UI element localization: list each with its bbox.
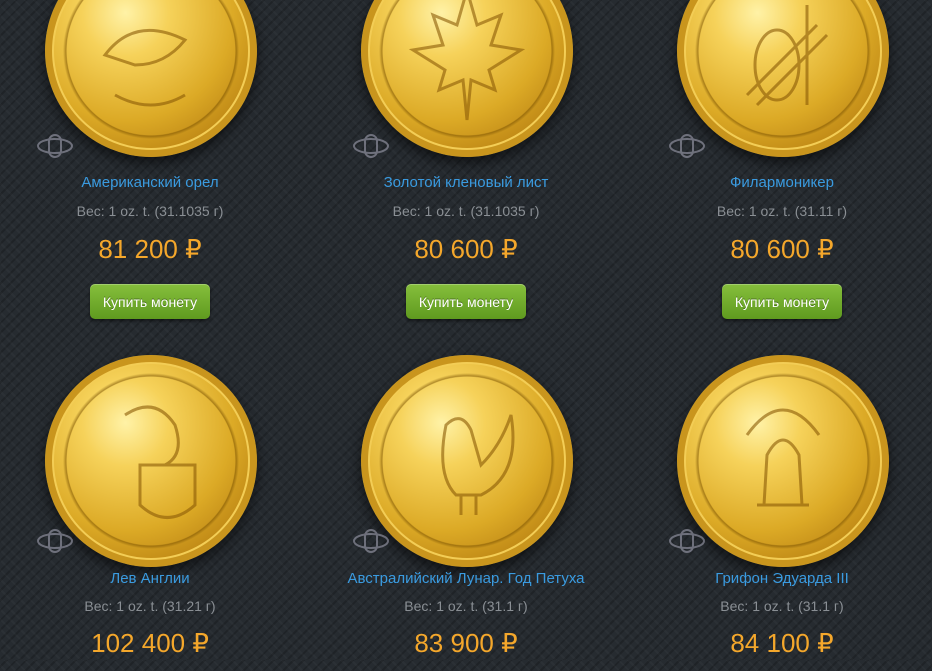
- product-name-link[interactable]: Грифон Эдуарда III: [632, 570, 932, 587]
- maple-leaf-coin-image[interactable]: [361, 0, 573, 157]
- rotate-360-icon[interactable]: [351, 132, 391, 160]
- product-name-link[interactable]: Лев Англии: [0, 570, 300, 587]
- product-name-link[interactable]: Золотой кленовый лист: [316, 174, 616, 191]
- product-weight: Вес: 1 oz. t. (31.11 г): [716, 203, 848, 219]
- product-weight: Вес: 1 oz. t. (31.1035 г): [76, 203, 224, 219]
- product-weight: Вес: 1 oz. t. (31.21 г): [84, 598, 216, 614]
- product-card: Филармоникер Вес: 1 oz. t. (31.11 г) 80 …: [632, 0, 932, 319]
- product-price: 102 400 ₽: [91, 628, 209, 658]
- product-weight: Вес: 1 oz. t. (31.1 г): [720, 598, 844, 614]
- product-weight: Вес: 1 oz. t. (31.1 г): [404, 598, 528, 614]
- rotate-360-icon[interactable]: [667, 527, 707, 555]
- product-price: 84 100 ₽: [730, 628, 834, 658]
- buy-coin-button[interactable]: Купить монету: [722, 284, 842, 319]
- rotate-360-icon[interactable]: [667, 132, 707, 160]
- rotate-360-icon[interactable]: [35, 132, 75, 160]
- product-card: Американский орел Вес: 1 oz. t. (31.1035…: [0, 0, 300, 319]
- product-name-link[interactable]: Австралийский Лунар. Год Петуха: [316, 570, 616, 587]
- rotate-360-icon[interactable]: [35, 527, 75, 555]
- product-price: 80 600 ₽: [730, 234, 834, 264]
- product-card: Грифон Эдуарда III Вес: 1 oz. t. (31.1 г…: [632, 341, 932, 671]
- product-card: Лев Англии Вес: 1 oz. t. (31.21 г) 102 4…: [0, 341, 300, 671]
- product-card: Золотой кленовый лист Вес: 1 oz. t. (31.…: [316, 0, 616, 319]
- rooster-coin-image[interactable]: [361, 355, 573, 567]
- product-weight: Вес: 1 oz. t. (31.1035 г): [392, 203, 540, 219]
- rotate-360-icon[interactable]: [351, 527, 391, 555]
- product-name-link[interactable]: Американский орел: [0, 174, 300, 191]
- product-price: 80 600 ₽: [414, 234, 518, 264]
- product-card: Австралийский Лунар. Год Петуха Вес: 1 o…: [316, 341, 616, 671]
- buy-coin-button[interactable]: Купить монету: [90, 284, 210, 319]
- product-price: 83 900 ₽: [414, 628, 518, 658]
- american-eagle-coin-image[interactable]: [45, 0, 257, 157]
- lion-coin-image[interactable]: [45, 355, 257, 567]
- philharmonic-coin-image[interactable]: [677, 0, 889, 157]
- product-name-link[interactable]: Филармоникер: [632, 174, 932, 191]
- griffin-coin-image[interactable]: [677, 355, 889, 567]
- product-price: 81 200 ₽: [98, 234, 202, 264]
- buy-coin-button[interactable]: Купить монету: [406, 284, 526, 319]
- product-grid: Американский орел Вес: 1 oz. t. (31.1035…: [0, 0, 932, 660]
